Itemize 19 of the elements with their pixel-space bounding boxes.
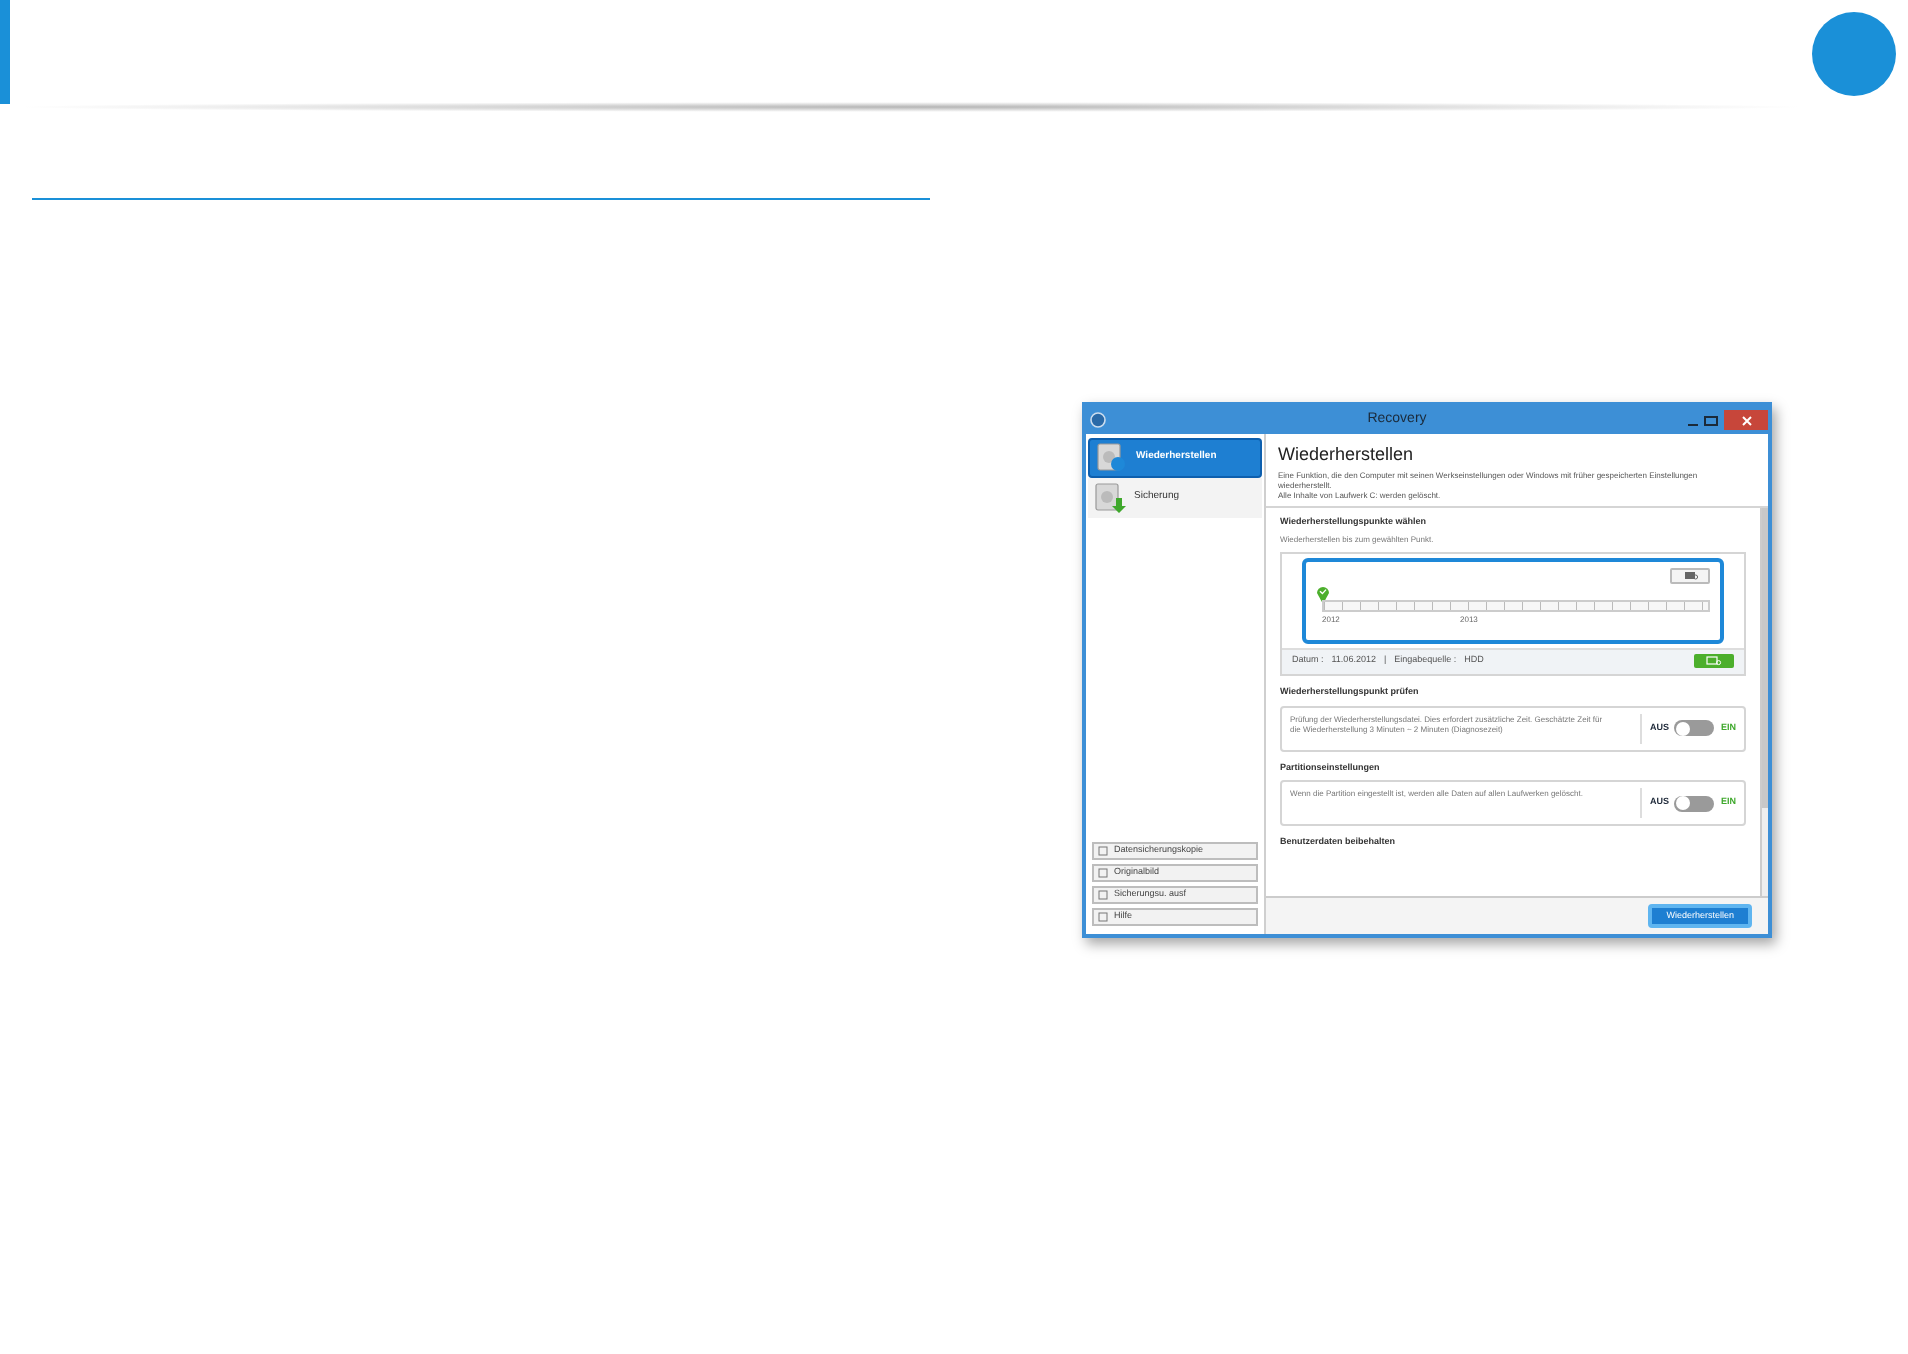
monitor-search-icon [1706,656,1722,667]
app-icon [1090,412,1106,428]
toggle-switch[interactable] [1674,795,1715,812]
accent-bar [0,0,10,104]
camera-button[interactable] [1670,567,1710,584]
document-icon [1098,868,1108,878]
document-icon [1098,890,1108,900]
toggle-switch[interactable] [1674,720,1715,736]
close-icon[interactable] [1741,415,1751,425]
browse-button[interactable] [1694,654,1734,669]
page-heading: Wiederherstellen [1278,444,1416,466]
disk-download-icon [1094,482,1126,514]
document-icon [1098,846,1108,856]
minimize-icon[interactable] [1688,423,1698,425]
maximize-icon[interactable] [1704,415,1718,425]
close-button[interactable] [1724,410,1768,430]
document-icon [1098,912,1108,922]
disk-restore-icon [1096,442,1128,474]
camera-icon [1683,570,1697,581]
